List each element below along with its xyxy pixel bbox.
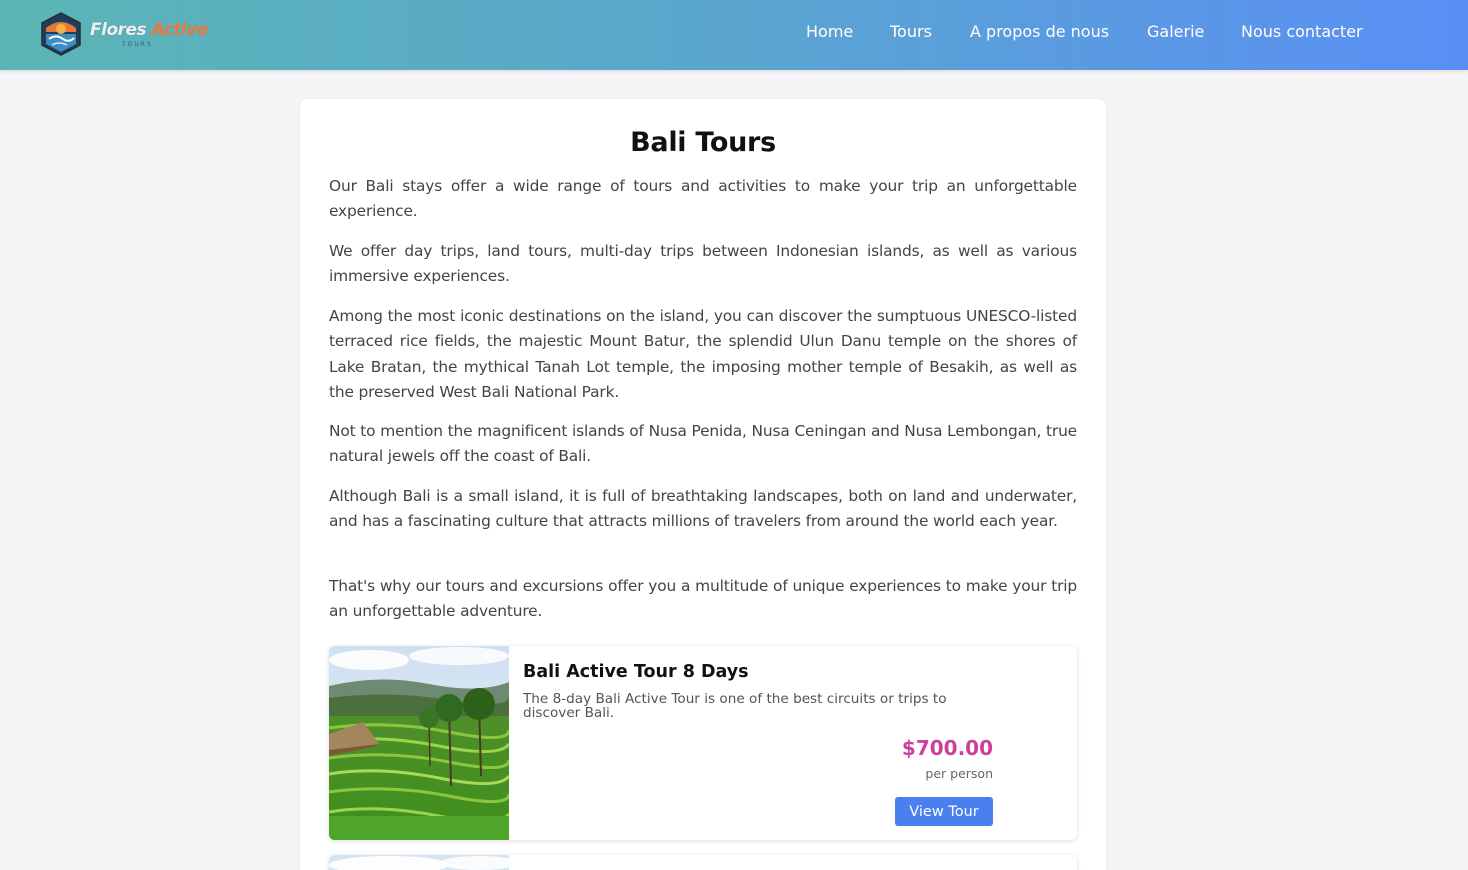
logo-tagline: TOURS [122, 41, 153, 48]
tour-image[interactable] [329, 855, 509, 870]
nav-contact[interactable]: Nous contacter [1241, 22, 1363, 46]
logo-badge-icon [41, 12, 81, 56]
tour-description: The 8-day Bali Active Tour is one of the… [523, 691, 947, 721]
view-tour-button[interactable]: View Tour [895, 797, 993, 826]
nav-about[interactable]: A propos de nous [970, 22, 1109, 46]
intro-paragraph-5: Although Bali is a small island, it is f… [329, 487, 1077, 531]
intro-paragraph-2: We offer day trips, land tours, multi-da… [329, 242, 1077, 286]
tour-card[interactable] [329, 855, 1077, 870]
tour-name[interactable]: Bali Active Tour 8 Days [523, 662, 749, 682]
tour-card[interactable]: Bali Active Tour 8 Days The 8-day Bali A… [329, 646, 1077, 840]
header-bar: Flores Active TOURS Home Tours A propos … [0, 0, 1468, 70]
intro-paragraph-6: That's why our tours and excursions offe… [329, 577, 1077, 621]
intro-paragraph-3: Among the most iconic destinations on th… [329, 307, 1077, 401]
nav-tours[interactable]: Tours [890, 22, 932, 46]
logo-word-1: Flores [90, 20, 147, 40]
nav-gallery[interactable]: Galerie [1147, 22, 1204, 46]
tour-price: $700.00 [901, 736, 993, 760]
intro-paragraph-4: Not to mention the magnificent islands o… [329, 422, 1077, 466]
intro-paragraph-1: Our Bali stays offer a wide range of tou… [329, 177, 1077, 221]
logo-word-2: Active [151, 20, 209, 40]
site-logo[interactable]: Flores Active TOURS [40, 12, 208, 58]
page-title: Bali Tours [630, 127, 776, 158]
tour-image[interactable] [329, 646, 509, 840]
logo-wordmark: Flores Active [90, 20, 208, 40]
tour-price-unit: per person [925, 766, 993, 781]
nav-home[interactable]: Home [806, 22, 853, 46]
